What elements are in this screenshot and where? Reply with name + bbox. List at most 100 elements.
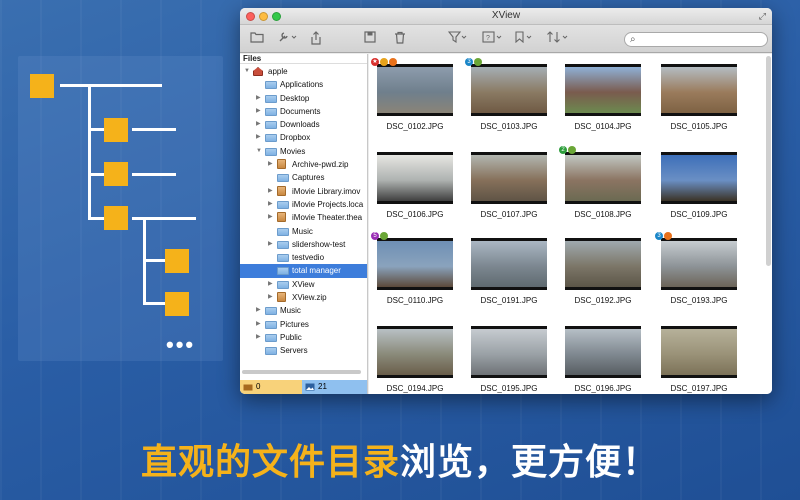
tree-item[interactable]: ▶ iMovie Theater.thea (240, 211, 367, 224)
disclosure-closed-icon[interactable]: ▶ (256, 92, 261, 105)
tree-item[interactable]: ▶ Music (240, 304, 367, 317)
photo-image[interactable] (565, 326, 641, 378)
tree-item[interactable]: ▶ Dropbox (240, 131, 367, 144)
sidebar-horizontal-scrollbar[interactable] (242, 370, 361, 374)
disclosure-open-icon[interactable]: ▼ (244, 65, 250, 78)
save-icon[interactable] (364, 31, 376, 47)
photo-filename: DSC_0192.JPG (574, 296, 632, 305)
photo-thumbnail[interactable]: DSC_0192.JPG (563, 232, 643, 305)
tree-item[interactable]: ▶ Downloads (240, 118, 367, 131)
photo-thumbnail[interactable]: DSC_0194.JPG (375, 320, 455, 393)
tree-item[interactable]: ▼ Movies (240, 145, 367, 158)
photo-image[interactable] (471, 64, 547, 116)
disclosure-closed-icon[interactable]: ▶ (268, 185, 273, 198)
photo-image[interactable] (471, 238, 547, 290)
tree-item[interactable]: testvedio (240, 251, 367, 264)
photo-thumbnail[interactable]: DSC_0191.JPG (469, 232, 549, 305)
photo-image[interactable] (661, 238, 737, 290)
trash-icon[interactable] (394, 31, 406, 47)
disclosure-closed-icon[interactable]: ▶ (256, 331, 261, 344)
title-bar[interactable]: XView ⤢ (240, 8, 772, 25)
disclosure-closed-icon[interactable]: ▶ (268, 211, 273, 224)
wrench-icon[interactable] (278, 31, 298, 47)
photo-thumbnail[interactable]: DSC_0108.JPG 2 (559, 146, 643, 219)
tree-item[interactable]: ▶ Public (240, 331, 367, 344)
photo-thumbnail[interactable]: DSC_0106.JPG (375, 146, 455, 219)
image-count: 21 (318, 382, 327, 391)
disclosure-closed-icon[interactable]: ▶ (268, 278, 273, 291)
tree-item[interactable]: ▶ iMovie Projects.loca (240, 198, 367, 211)
photo-image[interactable] (661, 152, 737, 204)
tree-item[interactable]: ▶ XView (240, 278, 367, 291)
disclosure-closed-icon[interactable]: ▶ (256, 105, 261, 118)
disclosure-closed-icon[interactable]: ▶ (256, 304, 261, 317)
rating-icon[interactable]: ? (482, 31, 504, 47)
photo-thumbnail[interactable]: DSC_0193.JPG 3 (655, 232, 739, 305)
photo-filename: DSC_0196.JPG (574, 384, 632, 393)
photo-thumbnail[interactable]: DSC_0197.JPG (659, 320, 739, 393)
photo-image[interactable] (565, 152, 641, 204)
photo-thumbnail[interactable]: DSC_0195.JPG (469, 320, 549, 393)
photo-image[interactable] (377, 326, 453, 378)
status-left: 0 (240, 380, 302, 394)
disclosure-closed-icon[interactable]: ▶ (256, 131, 261, 144)
search-field[interactable]: ⌕ (624, 32, 768, 47)
search-input[interactable] (641, 33, 763, 46)
tree-item[interactable]: ▶ Pictures (240, 318, 367, 331)
photo-thumbnail[interactable]: DSC_0102.JPG ★ (371, 58, 455, 131)
tag-badge-icon (380, 58, 388, 66)
tree-item-label: Dropbox (280, 133, 311, 143)
photo-image[interactable] (661, 326, 737, 378)
photo-thumbnail[interactable]: DSC_0103.JPG 3 (465, 58, 549, 131)
disclosure-closed-icon[interactable]: ▶ (268, 158, 273, 171)
tree-item[interactable]: Captures (240, 171, 367, 184)
photo-image[interactable] (377, 238, 453, 290)
tree-item-label: XView (292, 279, 315, 289)
photo-image[interactable] (471, 152, 547, 204)
tree-item[interactable]: ▶ Documents (240, 105, 367, 118)
tree-item[interactable]: Applications (240, 78, 367, 91)
tree-item[interactable]: ▼ apple (240, 65, 367, 78)
label-icon[interactable] (514, 31, 534, 47)
tree-item[interactable]: ▶ XView.zip (240, 291, 367, 304)
disclosure-closed-icon[interactable]: ▶ (268, 198, 273, 211)
tree-line (143, 302, 165, 305)
photo-thumbnail[interactable]: DSC_0196.JPG (563, 320, 643, 393)
disclosure-closed-icon[interactable]: ▶ (256, 118, 261, 131)
tag-badge-icon (380, 232, 388, 240)
photo-thumbnail[interactable]: DSC_0105.JPG (659, 58, 739, 131)
disclosure-closed-icon[interactable]: ▶ (256, 318, 261, 331)
tree-item[interactable]: ▶ Archive-pwd.zip (240, 158, 367, 171)
tree-item[interactable]: ▶ Desktop (240, 92, 367, 105)
photo-thumbnail[interactable]: DSC_0109.JPG (659, 146, 739, 219)
photo-image[interactable] (471, 326, 547, 378)
tree-item[interactable]: ▶ slidershow-test (240, 238, 367, 251)
photo-image[interactable] (565, 238, 641, 290)
tree-item[interactable]: Music (240, 225, 367, 238)
tree-item-label: apple (268, 67, 288, 76)
folder-icon (277, 227, 289, 236)
share-icon[interactable] (310, 31, 322, 47)
photo-image[interactable] (565, 64, 641, 116)
sort-icon[interactable] (546, 31, 570, 47)
photo-thumbnail[interactable]: DSC_0110.JPG 5 (371, 232, 455, 305)
disclosure-open-icon[interactable]: ▼ (256, 145, 262, 158)
tree-item-label: Downloads (280, 120, 320, 130)
photo-image[interactable] (661, 64, 737, 116)
filter-icon[interactable] (448, 31, 468, 47)
photo-image[interactable] (377, 64, 453, 116)
disclosure-closed-icon[interactable]: ▶ (268, 238, 273, 251)
tree-item[interactable]: Servers (240, 344, 367, 357)
tree-item[interactable]: ▶ iMovie Library.imov (240, 185, 367, 198)
folder-icon[interactable] (250, 31, 264, 47)
svg-text:?: ? (486, 35, 490, 42)
tree-item[interactable]: total manager (240, 264, 367, 278)
photo-image[interactable] (377, 152, 453, 204)
grid-vertical-scrollbar[interactable] (766, 56, 771, 266)
fullscreen-icon[interactable]: ⤢ (759, 11, 766, 22)
folder-icon (277, 280, 289, 289)
photo-thumbnail[interactable]: DSC_0104.JPG (563, 58, 643, 131)
tree-item-label: iMovie Projects.loca (292, 199, 364, 209)
disclosure-closed-icon[interactable]: ▶ (268, 291, 273, 304)
photo-thumbnail[interactable]: DSC_0107.JPG (469, 146, 549, 219)
